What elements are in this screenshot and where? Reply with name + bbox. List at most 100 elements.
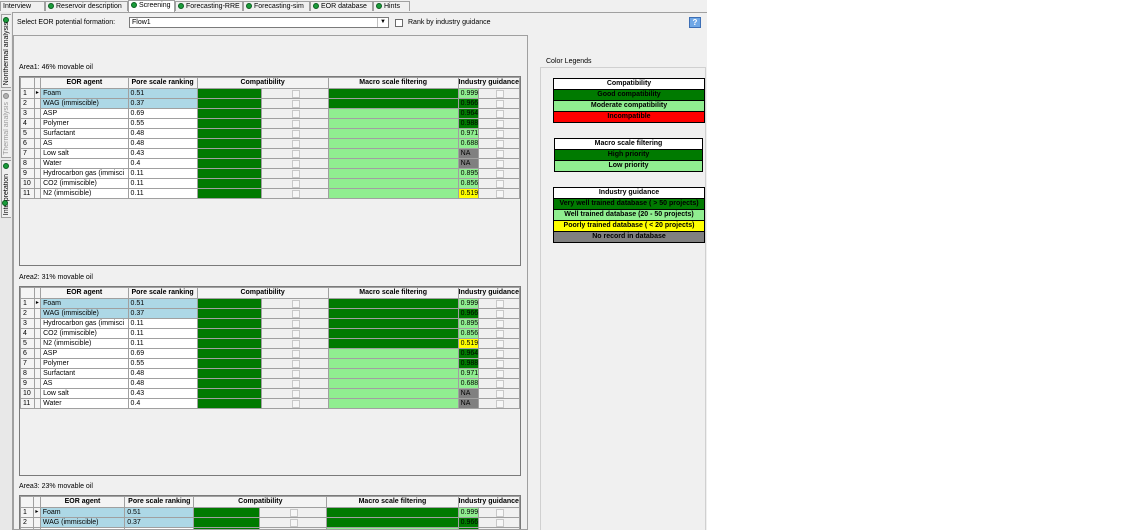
- macro-scale-cell[interactable]: [327, 338, 459, 349]
- eor-agent-cell[interactable]: Surfactant: [40, 368, 129, 379]
- eor-agent-cell[interactable]: AS: [40, 378, 129, 389]
- eor-agent-cell[interactable]: ASP: [40, 348, 129, 359]
- macro-scale-cell[interactable]: [327, 108, 459, 119]
- macro-scale-cell[interactable]: [327, 388, 459, 399]
- eor-agent-cell[interactable]: N2 (immiscible): [40, 188, 129, 199]
- compatibility-cell[interactable]: [196, 358, 263, 369]
- compatibility-cell[interactable]: [196, 178, 263, 189]
- macro-scale-cell[interactable]: [327, 118, 459, 129]
- pore-scale-cell[interactable]: 0.48: [127, 378, 198, 389]
- table-row[interactable]: 1 ▸ Foam 0.51 0.999: [20, 298, 520, 309]
- column-header[interactable]: Pore scale ranking: [127, 77, 198, 89]
- column-header[interactable]: EOR agent: [40, 287, 129, 299]
- compatibility-cell[interactable]: [196, 158, 263, 169]
- macro-scale-cell[interactable]: [327, 348, 459, 359]
- eor-agent-cell[interactable]: WAG (immiscible): [39, 517, 126, 528]
- industry-guidance-cell-button[interactable]: [478, 328, 520, 339]
- eor-agent-cell[interactable]: AS: [40, 138, 129, 149]
- industry-guidance-cell-button[interactable]: [478, 507, 520, 518]
- table-row[interactable]: 9 Hydrocarbon gas (immisci 0.11 0.895: [20, 168, 520, 179]
- macro-scale-cell[interactable]: [327, 378, 459, 389]
- compatibility-cell-button[interactable]: [261, 338, 329, 349]
- industry-guidance-cell[interactable]: 0.999: [457, 298, 480, 309]
- eor-agent-cell[interactable]: CO2 (immiscible): [40, 178, 129, 189]
- industry-guidance-cell[interactable]: 0.999: [457, 88, 480, 99]
- table-row[interactable]: 10 Low salt 0.43 NA: [20, 388, 520, 399]
- industry-guidance-cell-button[interactable]: [478, 88, 520, 99]
- compatibility-cell-button[interactable]: [258, 517, 328, 528]
- tab-reservoir-description[interactable]: Reservoir description: [45, 1, 128, 11]
- industry-guidance-cell[interactable]: 0.964: [457, 348, 480, 359]
- pore-scale-cell[interactable]: 0.43: [127, 148, 198, 159]
- macro-scale-cell[interactable]: [326, 507, 459, 518]
- industry-guidance-cell[interactable]: 0.688: [457, 378, 480, 389]
- pore-scale-cell[interactable]: 0.11: [127, 328, 198, 339]
- table-row[interactable]: 4 CO2 (immiscible) 0.11 0.856: [20, 328, 520, 339]
- pore-scale-cell[interactable]: 0.11: [127, 168, 198, 179]
- industry-guidance-cell-button[interactable]: [478, 128, 520, 139]
- industry-guidance-cell-button[interactable]: [478, 517, 520, 528]
- compatibility-cell-button[interactable]: [261, 88, 329, 99]
- industry-guidance-cell-button[interactable]: [478, 178, 520, 189]
- pore-scale-cell[interactable]: 0.4: [127, 158, 198, 169]
- side-tab-thermal-analysis[interactable]: Thermal analysis: [1, 90, 11, 158]
- table-row[interactable]: 3 ASP0.69 0.964: [20, 108, 520, 119]
- table-row[interactable]: 4 Polymer 0.55 0.988: [20, 118, 520, 129]
- compatibility-cell-button[interactable]: [261, 328, 329, 339]
- compatibility-cell[interactable]: [196, 308, 263, 319]
- rank-by-guidance-checkbox[interactable]: [395, 19, 403, 27]
- industry-guidance-cell-button[interactable]: [478, 188, 520, 199]
- industry-guidance-cell-button[interactable]: [478, 158, 520, 169]
- pore-scale-cell[interactable]: 0.48: [127, 128, 198, 139]
- tab-forecasting-rre[interactable]: Forecasting-RRE: [175, 1, 243, 11]
- macro-scale-cell[interactable]: [327, 308, 459, 319]
- macro-scale-cell[interactable]: [327, 168, 459, 179]
- compatibility-cell[interactable]: [196, 88, 263, 99]
- compatibility-cell[interactable]: [196, 128, 263, 139]
- compatibility-cell-button[interactable]: [261, 188, 329, 199]
- compatibility-cell-button[interactable]: [261, 168, 329, 179]
- compatibility-cell[interactable]: [196, 338, 263, 349]
- pore-scale-cell[interactable]: 0.51: [127, 88, 198, 99]
- industry-guidance-cell[interactable]: 0.966: [457, 308, 480, 319]
- compatibility-cell[interactable]: [196, 168, 263, 179]
- eor-agent-cell[interactable]: Foam: [40, 298, 129, 309]
- table-row[interactable]: 5 Surfactant 0.48 0.971: [20, 128, 520, 139]
- pore-scale-cell[interactable]: 0.37: [127, 98, 198, 109]
- table-row[interactable]: 2 WAG (immiscible) 0.37 0.966: [20, 308, 520, 319]
- compatibility-cell[interactable]: [196, 118, 263, 129]
- column-header[interactable]: Pore scale ranking: [127, 287, 198, 299]
- pore-scale-cell[interactable]: 0.37: [127, 308, 198, 319]
- column-header[interactable]: EOR agent: [39, 496, 126, 508]
- areas-scroll-pane[interactable]: Area1: 46% movable oil EOR agent Pore scal…: [13, 35, 528, 530]
- column-header[interactable]: Compatibility: [196, 77, 329, 89]
- pore-scale-cell[interactable]: 0.11: [127, 178, 198, 189]
- compatibility-cell[interactable]: [196, 108, 263, 119]
- industry-guidance-cell[interactable]: 0.966: [457, 98, 480, 109]
- table-row[interactable]: 7 Polymer 0.55 0.988: [20, 358, 520, 369]
- pore-scale-cell[interactable]: 0.51: [124, 507, 195, 518]
- table-row[interactable]: 3 Hydrocarbon gas (immisci 0.11 0.895: [20, 318, 520, 329]
- tab-forecasting-sim[interactable]: Forecasting-sim: [243, 1, 310, 11]
- table-row[interactable]: 7 Low salt 0.43 NA: [20, 148, 520, 159]
- compatibility-cell-button[interactable]: [261, 178, 329, 189]
- help-icon[interactable]: ?: [689, 17, 701, 28]
- industry-guidance-cell[interactable]: NA: [457, 158, 480, 169]
- compatibility-cell-button[interactable]: [261, 308, 329, 319]
- industry-guidance-cell-button[interactable]: [478, 168, 520, 179]
- pore-scale-cell[interactable]: 0.51: [127, 298, 198, 309]
- eor-agent-cell[interactable]: Foam: [39, 507, 126, 518]
- area-grid[interactable]: EOR agent Pore scale ranking Compatibility…: [19, 286, 521, 476]
- macro-scale-cell[interactable]: [327, 148, 459, 159]
- industry-guidance-cell-button[interactable]: [478, 298, 520, 309]
- eor-agent-cell[interactable]: Water: [40, 398, 129, 409]
- column-header[interactable]: EOR agent: [40, 77, 129, 89]
- compatibility-cell-button[interactable]: [261, 378, 329, 389]
- industry-guidance-cell[interactable]: 0.895: [457, 168, 480, 179]
- pore-scale-cell[interactable]: 0.48: [127, 368, 198, 379]
- tab-eor-database[interactable]: EOR database: [310, 1, 373, 11]
- table-row[interactable]: 6 ASP 0.69 0.964: [20, 348, 520, 359]
- area-grid[interactable]: EOR agent Pore scale ranking Compatibility…: [19, 76, 521, 266]
- eor-agent-cell[interactable]: ASP: [40, 108, 129, 119]
- macro-scale-cell[interactable]: [327, 328, 459, 339]
